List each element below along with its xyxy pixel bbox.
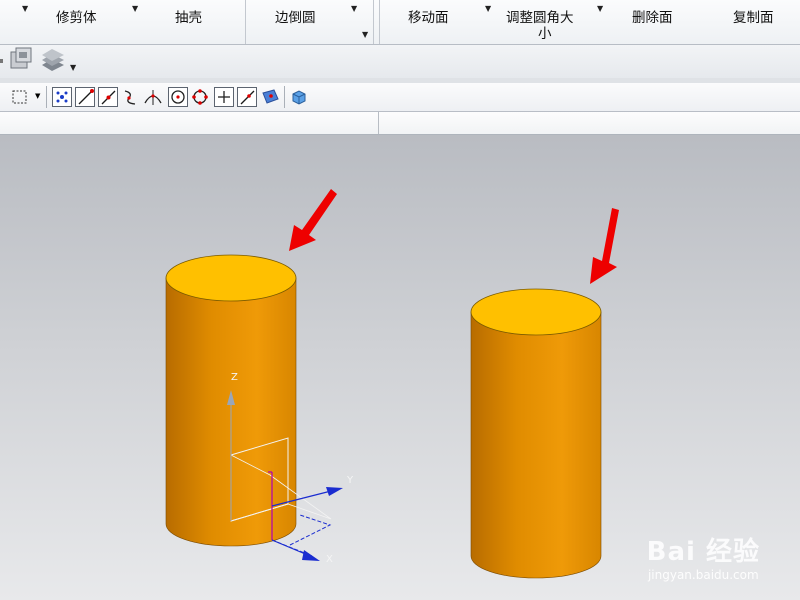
snap-control-point-icon[interactable] <box>121 87 141 107</box>
annotation-arrow <box>590 208 619 284</box>
box-view-icon[interactable] <box>289 87 309 107</box>
ribbon-separator <box>373 0 374 44</box>
snap-end-point-icon[interactable] <box>75 87 95 107</box>
tab-bar <box>0 112 800 135</box>
chevron-down-icon[interactable]: ▼ <box>22 4 28 13</box>
ribbon-separator <box>245 0 246 44</box>
toolbar-separator <box>284 86 285 108</box>
chevron-down-icon[interactable]: ▼ <box>35 92 40 100</box>
chevron-down-icon[interactable]: ▼ <box>485 4 491 13</box>
graphics-viewport[interactable]: Z Y X Bai 经验 jingyan.baidu.com <box>0 135 800 600</box>
snap-arc-center-icon[interactable] <box>168 87 188 107</box>
ribbon-copy-face-button[interactable]: 复制面 <box>733 0 793 44</box>
tab-bar-divider <box>378 112 379 134</box>
ribbon-edge-blend-button[interactable]: 边倒圆 ▼ ▼ <box>275 0 370 44</box>
snap-point-on-curve-icon[interactable] <box>237 87 257 107</box>
layer-toolbar: ▼ <box>0 45 800 79</box>
layer-stack-icon[interactable] <box>40 45 80 78</box>
watermark-brand: Bai 经验 <box>646 537 760 567</box>
snap-mid-point-icon[interactable] <box>98 87 118 107</box>
ribbon: ▼ 修剪体 ▼ 抽壳 边倒圆 ▼ ▼ 移动面 ▼ 调整圆角大 小 ▼ 删除面 复… <box>0 0 800 45</box>
watermark: Bai 经验 jingyan.baidu.com <box>647 531 760 582</box>
chevron-down-icon[interactable]: ▼ <box>351 4 357 13</box>
watermark-url: jingyan.baidu.com <box>647 568 759 582</box>
axis-x-label: X <box>326 554 333 565</box>
snap-all-points-icon[interactable] <box>52 87 72 107</box>
snap-intersection-icon[interactable] <box>143 87 163 107</box>
toolbar-separator <box>46 86 47 108</box>
ribbon-trim-body-button[interactable]: ▼ 修剪体 ▼ <box>0 0 138 44</box>
snap-existing-point-icon[interactable] <box>214 87 234 107</box>
ribbon-move-face-button[interactable]: 移动面 ▼ <box>408 0 498 44</box>
cylinder-right[interactable] <box>470 288 602 579</box>
chevron-down-icon[interactable]: ▼ <box>362 30 368 39</box>
chevron-down-icon[interactable]: ▼ <box>132 4 138 13</box>
ribbon-shell-button[interactable]: 抽壳 <box>175 0 235 44</box>
axis-z-label: Z <box>231 372 238 383</box>
annotation-arrow <box>289 189 337 251</box>
chevron-down-icon[interactable]: ▼ <box>597 4 603 13</box>
box-select-icon[interactable] <box>10 87 30 107</box>
ribbon-separator <box>379 0 380 44</box>
ribbon-resize-blend-button[interactable]: 调整圆角大 小 ▼ <box>506 0 606 44</box>
snap-point-on-face-icon[interactable] <box>260 87 280 107</box>
ribbon-delete-face-button[interactable]: 删除面 <box>632 0 692 44</box>
snap-quadrant-icon[interactable] <box>190 87 210 107</box>
selection-toolbar: ▼ <box>0 83 800 112</box>
axis-y-label: Y <box>347 475 354 486</box>
more-dropdown-icon[interactable]: ▼ <box>70 63 76 72</box>
